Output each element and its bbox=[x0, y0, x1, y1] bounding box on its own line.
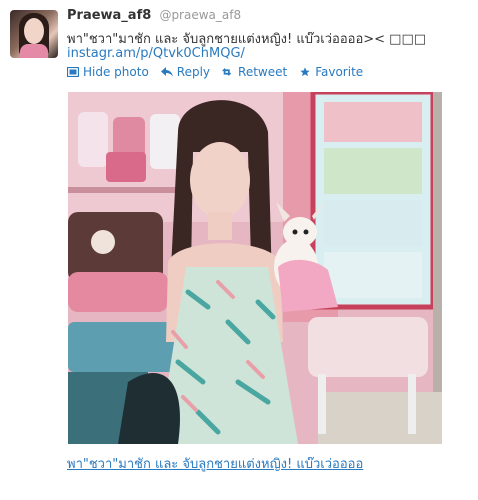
display-name[interactable]: Praewa_af8 bbox=[67, 8, 151, 23]
photo-icon bbox=[67, 67, 79, 77]
tweet: Praewa_af8 @praewa_af8 พา"ชวา"มาชัก และ … bbox=[0, 0, 478, 500]
reply-label: Reply bbox=[176, 65, 211, 79]
reply-icon bbox=[160, 67, 173, 77]
star-icon bbox=[300, 67, 310, 77]
instagram-link[interactable]: instagr.am/p/Qtvk0ChMQG/ bbox=[67, 46, 245, 61]
user-handle[interactable]: @praewa_af8 bbox=[159, 8, 241, 22]
tweet-actions: Hide photo Reply Retweet Favorite bbox=[67, 65, 363, 79]
retweet-icon bbox=[222, 68, 232, 76]
favorite-button[interactable]: Favorite bbox=[299, 65, 363, 79]
retweet-label: Retweet bbox=[238, 65, 288, 79]
tweet-photo[interactable] bbox=[68, 92, 442, 444]
hide-photo-label: Hide photo bbox=[83, 65, 149, 79]
reply-button[interactable]: Reply bbox=[160, 65, 211, 79]
tweet-header: Praewa_af8 @praewa_af8 bbox=[67, 8, 241, 23]
avatar[interactable] bbox=[10, 10, 58, 58]
photo-caption[interactable]: พา"ชวา"มาชัก และ จับลูกชายแต่งหญิง! แบ๊ว… bbox=[67, 453, 363, 474]
retweet-button[interactable]: Retweet bbox=[222, 65, 287, 79]
photo-illustration bbox=[68, 92, 442, 444]
hide-photo-button[interactable]: Hide photo bbox=[67, 65, 149, 79]
favorite-label: Favorite bbox=[315, 65, 364, 79]
